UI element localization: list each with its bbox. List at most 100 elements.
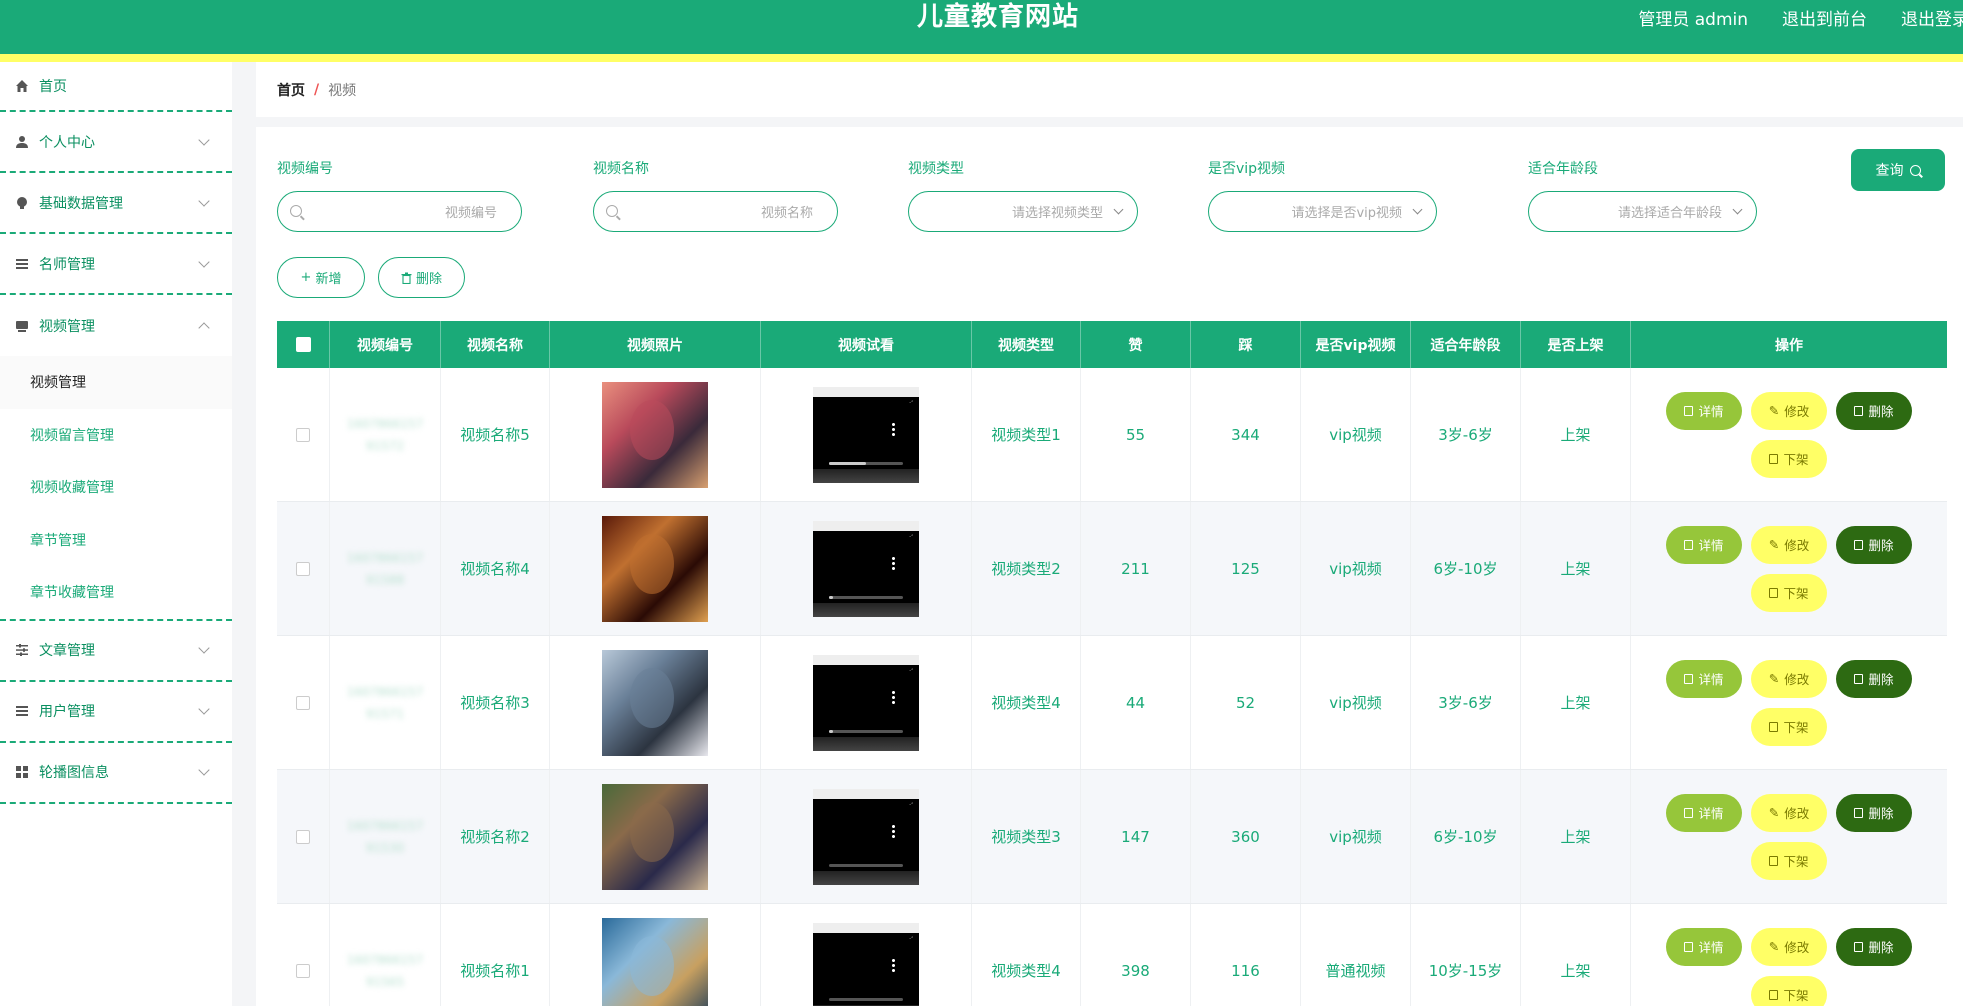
row-checkbox[interactable] bbox=[296, 695, 310, 710]
detail-button[interactable]: 详情 bbox=[1666, 391, 1742, 430]
select-placeholder: 请选择适合年龄段 bbox=[1617, 206, 1722, 221]
sidebar-item-video[interactable]: 视频管理 bbox=[0, 295, 232, 356]
video-progress-bar[interactable] bbox=[829, 997, 903, 1001]
code-search-input[interactable]: 视频编号 bbox=[277, 191, 522, 232]
breadcrumb-home[interactable]: 首页 bbox=[277, 80, 305, 100]
unpublish-button[interactable]: 下架 bbox=[1751, 975, 1827, 1006]
home-icon bbox=[14, 79, 29, 94]
logout-link[interactable]: 退出登录 bbox=[1901, 5, 1963, 30]
table-row: 1607866157 91588 视频名称4 ·’ 视频类型2 211 125 … bbox=[277, 502, 1947, 636]
sidebar-item-carousel[interactable]: 轮播图信息 bbox=[0, 743, 232, 804]
cell-likes: 44 bbox=[1081, 636, 1191, 769]
video-code: 1607866157 91571 bbox=[346, 684, 424, 721]
unpublish-button[interactable]: 下架 bbox=[1751, 841, 1827, 880]
vip-select[interactable]: 请选择是否vip视频 bbox=[1208, 191, 1437, 232]
video-thumbnail-image[interactable] bbox=[602, 515, 708, 622]
doc-icon bbox=[1769, 587, 1779, 598]
video-code: 1607866157 91530 bbox=[346, 818, 424, 855]
row-operations: 详情 ✎ 修改 删除 下架 bbox=[1659, 927, 1919, 1006]
select-all-checkbox[interactable] bbox=[295, 337, 311, 352]
video-thumbnail-image[interactable] bbox=[602, 783, 708, 890]
cell-type: 视频类型4 bbox=[972, 904, 1081, 1006]
sidebar-item-articles[interactable]: 文章管理 bbox=[0, 621, 232, 682]
query-button[interactable]: 查询 bbox=[1851, 149, 1945, 191]
front-link[interactable]: 退出到前台 bbox=[1782, 5, 1867, 30]
unpublish-button[interactable]: 下架 bbox=[1751, 439, 1827, 478]
delete-button[interactable]: 删除 bbox=[1836, 525, 1912, 564]
video-progress-bar[interactable] bbox=[829, 729, 903, 733]
detail-button[interactable]: 详情 bbox=[1666, 793, 1742, 832]
more-options-icon[interactable] bbox=[892, 957, 895, 973]
cell-preview: ·’ bbox=[761, 502, 972, 635]
video-thumbnail-image[interactable] bbox=[602, 917, 708, 1006]
more-options-icon[interactable] bbox=[892, 689, 895, 705]
video-player[interactable]: ·’ bbox=[813, 654, 919, 751]
plus-icon: + bbox=[300, 270, 312, 285]
video-progress-bar[interactable] bbox=[829, 595, 903, 599]
delete-label: 删除 bbox=[1868, 672, 1894, 687]
cell-photo bbox=[550, 904, 761, 1006]
row-checkbox[interactable] bbox=[296, 963, 310, 978]
unpublish-button[interactable]: 下架 bbox=[1751, 573, 1827, 612]
column-header: 适合年龄段 bbox=[1411, 321, 1521, 368]
pencil-icon: ✎ bbox=[1768, 805, 1780, 820]
row-checkbox[interactable] bbox=[296, 561, 310, 576]
submenu-video-manage[interactable]: 视频管理 bbox=[0, 356, 232, 409]
detail-button[interactable]: 详情 bbox=[1666, 525, 1742, 564]
sidebar-item-personal[interactable]: 个人中心 bbox=[0, 112, 232, 173]
delete-button[interactable]: 删除 bbox=[1836, 793, 1912, 832]
filter-label: 是否vip视频 bbox=[1208, 161, 1286, 177]
row-checkbox-cell bbox=[277, 770, 330, 903]
sidebar-item-users[interactable]: 用户管理 bbox=[0, 682, 232, 743]
more-options-icon[interactable] bbox=[892, 823, 895, 839]
video-thumbnail-image[interactable] bbox=[602, 649, 708, 756]
delete-button[interactable]: 删除 bbox=[1836, 391, 1912, 430]
video-player[interactable]: ·’ bbox=[813, 922, 919, 1006]
row-checkbox[interactable] bbox=[296, 427, 310, 442]
edit-button[interactable]: ✎ 修改 bbox=[1751, 391, 1827, 430]
unpublish-button[interactable]: 下架 bbox=[1751, 707, 1827, 746]
name-search-input[interactable]: 视频名称 bbox=[593, 191, 838, 232]
video-player[interactable]: ·’ bbox=[813, 520, 919, 617]
age-select[interactable]: 请选择适合年龄段 bbox=[1528, 191, 1757, 232]
edit-label: 修改 bbox=[1784, 806, 1810, 821]
sidebar-item-basic-data[interactable]: 基础数据管理 bbox=[0, 173, 232, 234]
cell-name: 视频名称3 bbox=[441, 636, 550, 769]
cell-operations: 详情 ✎ 修改 删除 下架 bbox=[1631, 636, 1947, 769]
submenu-chapters[interactable]: 章节管理 bbox=[0, 514, 232, 567]
video-thumbnail-image[interactable] bbox=[602, 381, 708, 488]
submenu-video-favorites[interactable]: 视频收藏管理 bbox=[0, 461, 232, 514]
delete-button[interactable]: 删除 bbox=[1836, 659, 1912, 698]
submenu-video-comments[interactable]: 视频留言管理 bbox=[0, 409, 232, 462]
video-player[interactable]: ·’ bbox=[813, 788, 919, 885]
cell-vip: 普通视频 bbox=[1301, 904, 1411, 1006]
chevron-down-icon bbox=[198, 133, 210, 146]
video-player[interactable]: ·’ bbox=[813, 386, 919, 483]
chevron-down-icon bbox=[198, 703, 210, 715]
type-select[interactable]: 请选择视频类型 bbox=[908, 191, 1138, 232]
edit-button[interactable]: ✎ 修改 bbox=[1751, 927, 1827, 966]
add-label: 新增 bbox=[315, 272, 342, 287]
filter-type: 视频类型 请选择视频类型 bbox=[908, 159, 1138, 232]
video-progress-bar[interactable] bbox=[829, 461, 903, 465]
add-button[interactable]: + 新增 bbox=[277, 257, 365, 298]
submenu-chapter-favorites[interactable]: 章节收藏管理 bbox=[0, 566, 232, 619]
row-checkbox[interactable] bbox=[296, 829, 310, 844]
top-bar: 儿童教育网站 管理员 admin 退出到前台 退出登录 bbox=[0, 0, 1963, 62]
edit-button[interactable]: ✎ 修改 bbox=[1751, 659, 1827, 698]
edit-button[interactable]: ✎ 修改 bbox=[1751, 793, 1827, 832]
delete-button[interactable]: 删除 bbox=[1836, 927, 1912, 966]
more-options-icon[interactable] bbox=[892, 421, 895, 437]
detail-button[interactable]: 详情 bbox=[1666, 927, 1742, 966]
more-options-icon[interactable] bbox=[892, 555, 895, 571]
batch-delete-button[interactable]: 删除 bbox=[378, 257, 465, 298]
edit-button[interactable]: ✎ 修改 bbox=[1751, 525, 1827, 564]
row-operations: 详情 ✎ 修改 删除 下架 bbox=[1659, 793, 1919, 880]
header-actions: 管理员 admin 退出到前台 退出登录 bbox=[1638, 0, 1963, 34]
filter-label: 视频编号 bbox=[277, 161, 333, 177]
sidebar-item-teachers[interactable]: 名师管理 bbox=[0, 234, 232, 295]
video-progress-bar[interactable] bbox=[829, 863, 903, 867]
detail-button[interactable]: 详情 bbox=[1666, 659, 1742, 698]
cell-code: 1607866157 91571 bbox=[330, 636, 441, 769]
sidebar-item-home[interactable]: 首页 bbox=[0, 62, 232, 112]
